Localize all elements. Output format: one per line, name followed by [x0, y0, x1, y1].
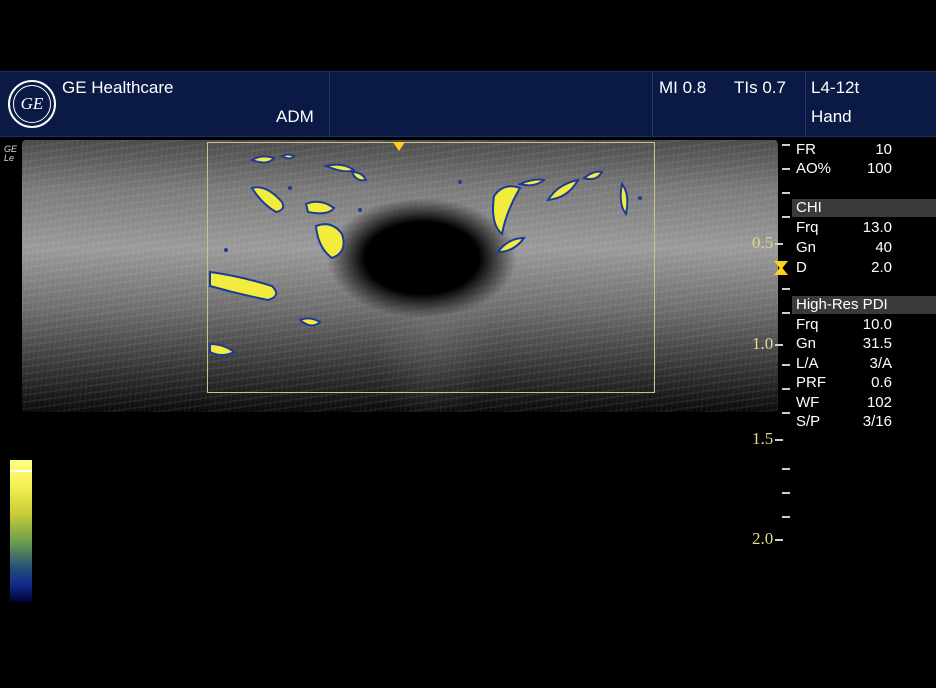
depth-tick: [782, 144, 790, 146]
depth-label-1-0: 1.0: [752, 334, 784, 353]
pdi-value-gn: 31.5: [862, 335, 892, 352]
image-corner-label: GE Le: [4, 144, 18, 163]
chi-label-frq: Frq: [796, 219, 819, 236]
depth-tick: [782, 492, 790, 494]
chi-value-d: 2.0: [871, 259, 892, 276]
pdi-value-sp: 3/16: [862, 413, 892, 430]
depth-tick: [782, 312, 790, 314]
pdi-label-la: L/A: [796, 355, 819, 372]
depth-tick: [782, 516, 790, 518]
pdi-label-frq: Frq: [796, 316, 819, 333]
depth-label-0-5: 0.5: [752, 233, 784, 252]
depth-tick: [782, 216, 790, 218]
color-map-baseline: [10, 470, 32, 472]
pdi-value-wf: 102: [866, 394, 892, 411]
chi-label-d: D: [796, 259, 807, 276]
depth-tick: [782, 412, 790, 414]
pdi-value-frq: 10.0: [862, 316, 892, 333]
pdi-label-prf: PRF: [796, 374, 826, 391]
power-doppler-color-map: [10, 460, 32, 602]
depth-label-1-5: 1.5: [752, 429, 784, 448]
chi-value-frq: 13.0: [862, 219, 892, 236]
depth-label-2-0: 2.0: [752, 529, 784, 548]
depth-tick: [782, 364, 790, 366]
section-title-chi: CHI: [796, 199, 822, 216]
param-value-ao: 100: [866, 160, 892, 177]
pdi-value-prf: 0.6: [871, 374, 892, 391]
depth-tick: [782, 388, 790, 390]
chi-label-gn: Gn: [796, 239, 817, 256]
param-value-fr: 10: [875, 141, 892, 158]
depth-tick: [782, 288, 790, 290]
depth-tick: [782, 468, 790, 470]
chi-value-gn: 40: [875, 239, 892, 256]
pdi-label-sp: S/P: [796, 413, 821, 430]
param-label-fr: FR: [796, 141, 816, 158]
pdi-value-la: 3/A: [869, 355, 892, 372]
section-title-pdi: High-Res PDI: [796, 296, 888, 313]
depth-tick: [782, 192, 790, 194]
depth-tick: [782, 168, 790, 170]
pdi-label-wf: WF: [796, 394, 820, 411]
color-roi-box[interactable]: [207, 142, 655, 393]
param-label-ao: AO%: [796, 160, 832, 177]
focus-position-marker[interactable]: [393, 142, 405, 151]
pdi-label-gn: Gn: [796, 335, 817, 352]
